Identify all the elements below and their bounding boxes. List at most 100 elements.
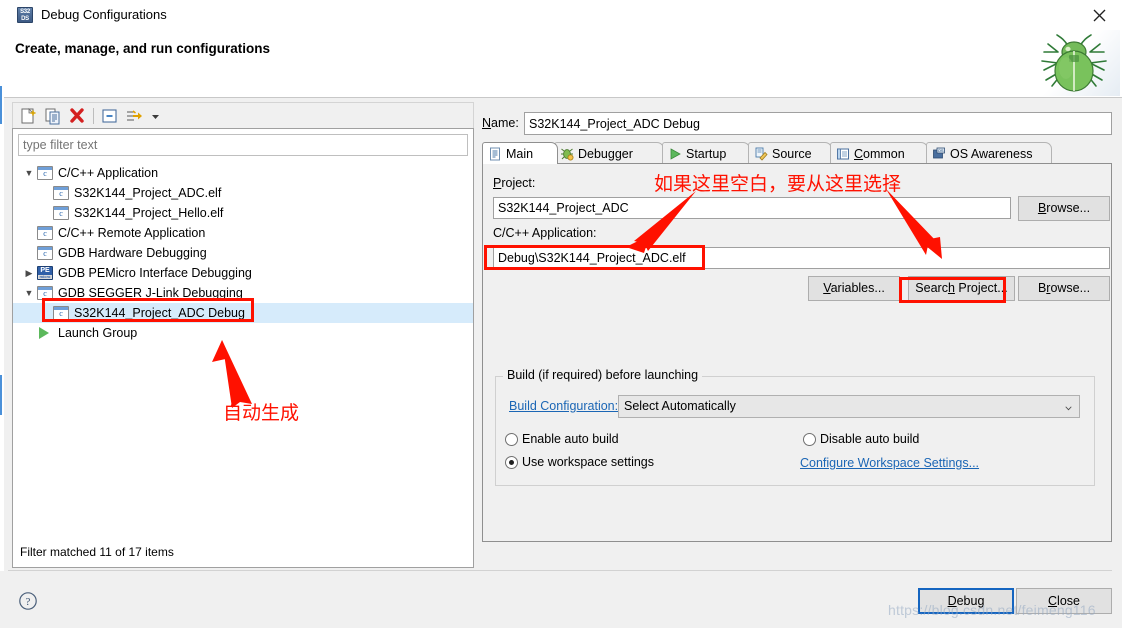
search-project-button[interactable]: Search Project...	[908, 276, 1015, 301]
build-configuration-value: Select Automatically	[624, 399, 736, 413]
new-configuration-icon[interactable]	[19, 106, 39, 126]
tab-startup[interactable]: Startup	[662, 142, 750, 164]
close-button[interactable]: Close	[1016, 588, 1112, 614]
project-input[interactable]	[493, 197, 1011, 219]
tab-os-awareness[interactable]: OS OS Awareness	[926, 142, 1052, 164]
tree-item-launch-group[interactable]: Launch Group	[13, 323, 473, 343]
tab-label: Main	[506, 146, 534, 161]
tree-item-label: S32K144_Project_ADC.elf	[74, 186, 222, 200]
tab-label: OS Awareness	[950, 146, 1033, 161]
document-icon	[488, 147, 502, 161]
tree-item-cpp-application[interactable]: ▼ C/C++ Application	[13, 163, 473, 183]
launch-group-icon	[37, 326, 53, 340]
common-icon	[836, 147, 850, 161]
pemicro-icon: PE micro	[37, 266, 53, 280]
c-file-icon	[37, 246, 53, 260]
twisty-expanded-icon[interactable]: ▼	[21, 288, 37, 298]
svg-text:OS: OS	[938, 148, 944, 153]
tree-item-gdb-segger-jlink-debugging[interactable]: ▼ GDB SEGGER J-Link Debugging	[13, 283, 473, 303]
tree-item-label: C/C++ Remote Application	[58, 226, 206, 240]
debug-button[interactable]: Debug	[918, 588, 1014, 614]
main-tab-page: Project: Browse... C/C++ Application: Va…	[482, 164, 1112, 542]
tab-label: Source	[772, 146, 812, 161]
twisty-collapsed-icon[interactable]: ▶	[21, 268, 37, 278]
radio-indicator	[505, 432, 518, 446]
project-label: Project:	[493, 176, 536, 190]
build-group-box	[495, 376, 1095, 486]
dialog-footer: ? Debug Close	[0, 571, 1118, 628]
radio-label: Enable auto build	[522, 432, 619, 446]
c-file-icon	[37, 286, 53, 300]
tab-label: Startup	[686, 146, 727, 161]
c-file-icon	[53, 206, 69, 220]
build-configuration-link[interactable]: Build Configuration:	[509, 399, 618, 413]
dialog-header: Create, manage, and run configurations	[4, 30, 1122, 98]
c-file-icon	[37, 226, 53, 240]
s32ds-icon: S32 DS	[17, 7, 33, 23]
tree-toolbar	[12, 102, 474, 128]
toolbar-separator	[93, 108, 94, 124]
build-group-title: Build (if required) before launching	[503, 368, 703, 382]
tab-bar: Main Debugger Startup Source Common OS O…	[482, 142, 1112, 164]
tree-item-gdb-hardware-debugging[interactable]: GDB Hardware Debugging	[13, 243, 473, 263]
window-title: Debug Configurations	[41, 7, 167, 22]
os-awareness-icon: OS	[932, 147, 946, 161]
configure-workspace-settings-link[interactable]: Configure Workspace Settings...	[800, 456, 979, 470]
startup-play-icon	[668, 147, 682, 161]
variables-button[interactable]: Variables...	[808, 276, 900, 301]
application-input[interactable]	[493, 247, 1110, 269]
tab-source[interactable]: Source	[748, 142, 832, 164]
duplicate-configuration-icon[interactable]	[43, 106, 63, 126]
tree-item-label: C/C++ Application	[58, 166, 159, 180]
svg-text:?: ?	[26, 596, 31, 608]
filter-icon[interactable]	[124, 106, 144, 126]
dropdown-arrow-icon[interactable]	[146, 106, 166, 126]
radio-use-workspace-settings[interactable]: Use workspace settings	[505, 455, 654, 469]
name-label: Name:	[482, 116, 519, 130]
configurations-tree-container: ▼ C/C++ Application S32K144_Project_ADC.…	[12, 128, 474, 568]
source-icon	[754, 147, 768, 161]
tree-item-label: GDB SEGGER J-Link Debugging	[58, 286, 243, 300]
close-window-button[interactable]	[1076, 0, 1122, 30]
c-file-icon	[53, 186, 69, 200]
page-title: Create, manage, and run configurations	[15, 41, 271, 56]
tree-item-label: Launch Group	[58, 326, 138, 340]
configurations-tree[interactable]: ▼ C/C++ Application S32K144_Project_ADC.…	[13, 163, 473, 533]
filter-status-text: Filter matched 11 of 17 items	[20, 545, 174, 559]
tree-item-s32k144-project-adc-debug[interactable]: S32K144_Project_ADC Debug	[13, 303, 473, 323]
header-decoration	[1028, 30, 1120, 96]
delete-configuration-icon[interactable]	[67, 106, 87, 126]
tab-common[interactable]: Common	[830, 142, 928, 164]
configurations-panel: ▼ C/C++ Application S32K144_Project_ADC.…	[12, 102, 474, 568]
radio-label: Use workspace settings	[522, 455, 655, 469]
filter-input[interactable]	[18, 134, 468, 156]
tab-debugger[interactable]: Debugger	[554, 142, 664, 164]
radio-disable-auto-build[interactable]: Disable auto build	[803, 432, 919, 446]
application-label: C/C++ Application:	[493, 226, 597, 240]
help-question-icon[interactable]: ?	[18, 591, 38, 611]
build-configuration-combo[interactable]: Select Automatically	[618, 395, 1080, 418]
close-icon	[1093, 9, 1105, 21]
tree-item-label: GDB Hardware Debugging	[58, 246, 207, 260]
tab-label: Debugger	[578, 146, 633, 161]
name-input[interactable]	[524, 112, 1112, 135]
collapse-all-icon[interactable]	[100, 106, 120, 126]
project-browse-button[interactable]: Browse...	[1018, 196, 1110, 221]
debugger-icon	[560, 147, 574, 161]
c-file-icon	[53, 306, 69, 320]
app-browse-button[interactable]: Browse...	[1018, 276, 1110, 301]
dialog-content: ▼ C/C++ Application S32K144_Project_ADC.…	[4, 98, 1122, 628]
tree-item-label: S32K144_Project_Hello.elf	[74, 206, 224, 220]
twisty-expanded-icon[interactable]: ▼	[21, 168, 37, 178]
radio-indicator	[505, 455, 518, 469]
tab-label: Common	[854, 146, 905, 161]
tree-item-cpp-remote-application[interactable]: C/C++ Remote Application	[13, 223, 473, 243]
c-file-icon	[37, 166, 53, 180]
radio-enable-auto-build[interactable]: Enable auto build	[505, 432, 619, 446]
tree-item-hello-elf[interactable]: S32K144_Project_Hello.elf	[13, 203, 473, 223]
tree-item-label: S32K144_Project_ADC Debug	[69, 306, 245, 320]
tree-item-gdb-pemicro-interface-debugging[interactable]: ▶ PE micro GDB PEMicro Interface Debuggin…	[13, 263, 473, 283]
tree-item-adc-elf[interactable]: S32K144_Project_ADC.elf	[13, 183, 473, 203]
debug-configurations-dialog: S32 DS Debug Configurations Create, manag…	[0, 0, 1122, 628]
tab-main[interactable]: Main	[482, 142, 558, 164]
